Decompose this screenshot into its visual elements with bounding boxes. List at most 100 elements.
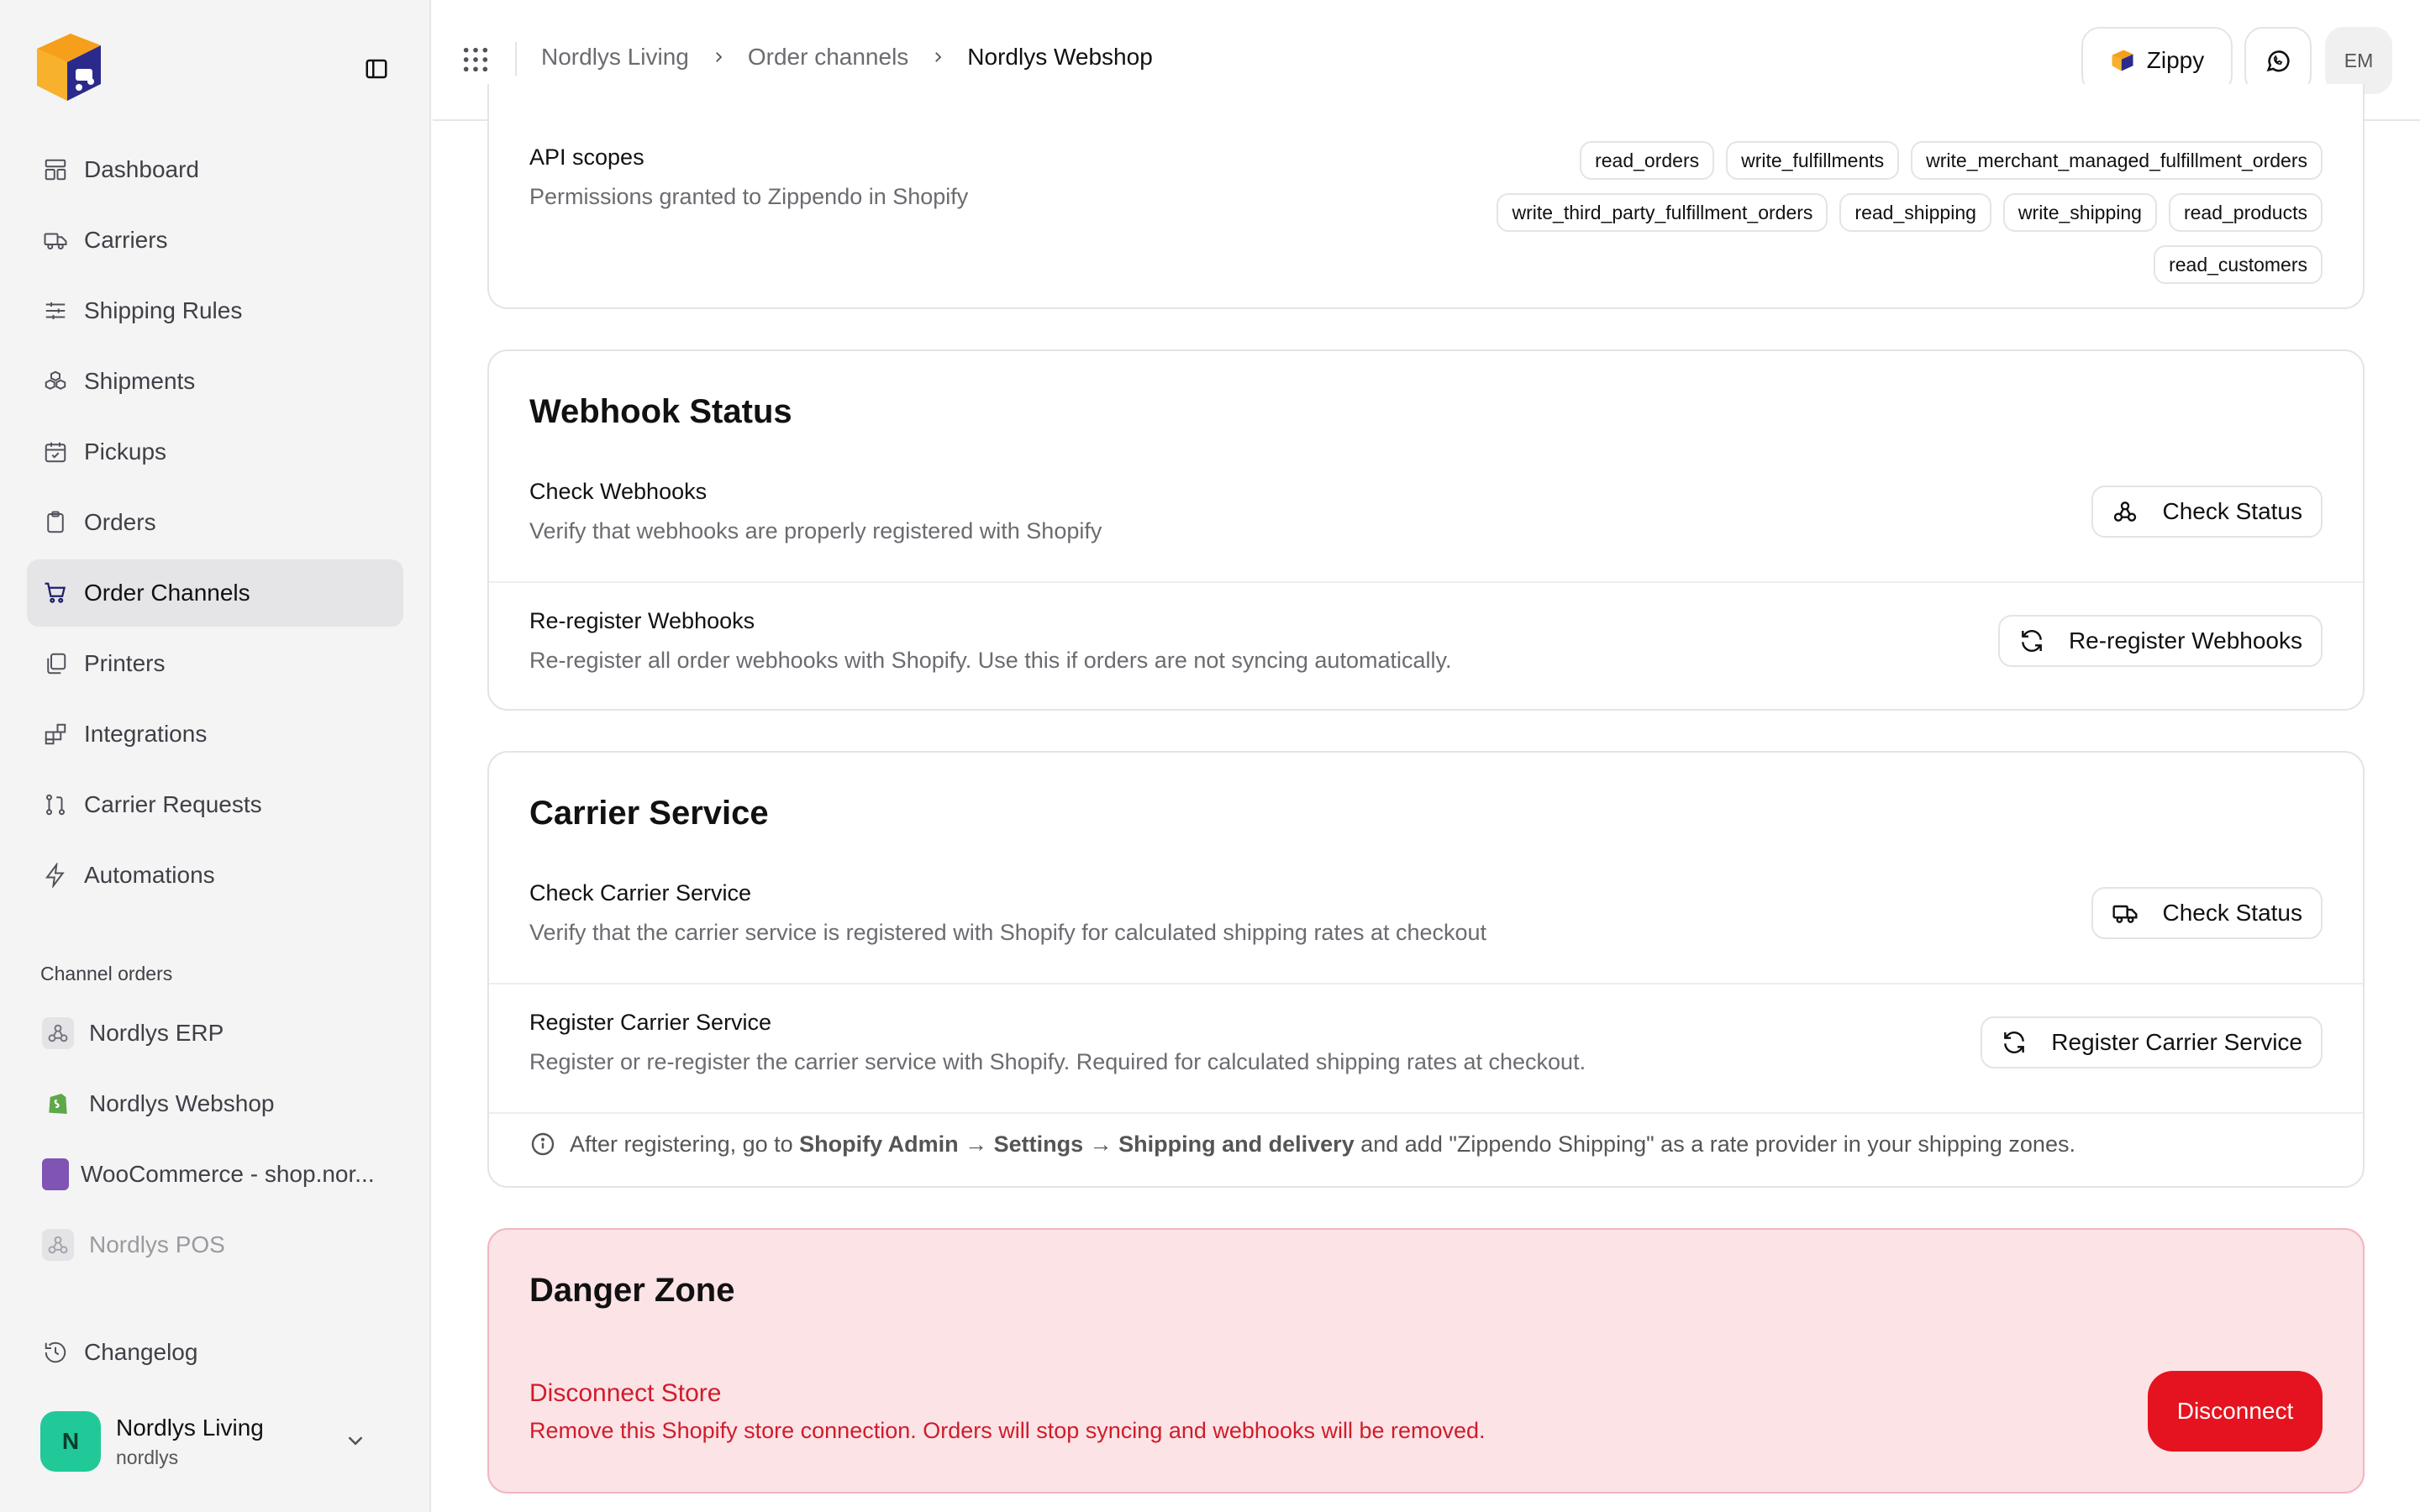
- check-webhooks-text: Check Webhooks Verify that webhooks are …: [529, 479, 1102, 544]
- blocks-icon: [42, 721, 69, 748]
- nav-label: Shipping Rules: [84, 297, 243, 323]
- row-divider: [489, 983, 2363, 984]
- nav-item-pickups[interactable]: Pickups: [27, 418, 403, 486]
- info-suffix: and add "Zippendo Shipping" as a rate pr…: [1360, 1131, 2075, 1157]
- info-path: Shopify Admin → Settings → Shipping and …: [799, 1131, 1355, 1157]
- carrier-info-note: After registering, go to Shopify Admin →…: [529, 1131, 2075, 1158]
- woocommerce-icon: [42, 1158, 69, 1190]
- apps-grid-icon[interactable]: [461, 45, 490, 74]
- nav-label: Carrier Requests: [84, 791, 262, 817]
- user-handle: nordlys: [116, 1446, 179, 1468]
- check-webhooks-row: Check Webhooks Verify that webhooks are …: [489, 479, 2363, 596]
- channel-label: Nordlys Webshop: [89, 1090, 275, 1116]
- nav-item-printers[interactable]: Printers: [27, 630, 403, 697]
- scope-badge: write_merchant_managed_fulfillment_order…: [1911, 141, 2323, 180]
- webhook-icon: [42, 1017, 74, 1049]
- header-divider: [515, 42, 517, 76]
- nav-label: Pickups: [84, 438, 167, 465]
- nav-label: Orders: [84, 509, 156, 535]
- webhook-status-title: Webhook Status: [529, 393, 792, 430]
- sidebar-panel-icon: [366, 59, 387, 79]
- register-carrier-text: Register Carrier Service Register or re-…: [529, 1010, 1586, 1075]
- reregister-webhooks-row: Re-register Webhooks Re-register all ord…: [489, 608, 2363, 701]
- api-scopes-description: Permissions granted to Zippendo in Shopi…: [529, 184, 969, 209]
- api-scopes-title: API scopes: [529, 144, 644, 170]
- check-carrier-text: Check Carrier Service Verify that the ca…: [529, 880, 1486, 946]
- channel-label: WooCommerce - shop.nor...: [81, 1161, 375, 1187]
- main-nav: Dashboard Carriers Shipping Rules Shipme…: [27, 136, 403, 912]
- nav-item-shipments[interactable]: Shipments: [27, 348, 403, 415]
- row-divider: [489, 1112, 2363, 1114]
- nav-item-changelog[interactable]: Changelog: [27, 1319, 403, 1386]
- channel-label: Nordlys POS: [89, 1231, 225, 1257]
- nav-item-automations[interactable]: Automations: [27, 842, 403, 909]
- calendar-check-icon: [42, 438, 69, 465]
- zippendo-logo[interactable]: [30, 27, 104, 104]
- collapse-sidebar-button[interactable]: [360, 52, 393, 86]
- zippy-label: Zippy: [2146, 47, 2205, 73]
- copy-icon: [42, 650, 69, 677]
- info-prefix: After registering, go to: [570, 1131, 793, 1157]
- truck-icon: [42, 227, 69, 254]
- channel-item-nordlys-erp[interactable]: Nordlys ERP: [27, 1000, 403, 1067]
- nav-item-carrier-requests[interactable]: Carrier Requests: [27, 771, 403, 838]
- refresh-icon: [2004, 1032, 2025, 1053]
- nav-label: Dashboard: [84, 156, 199, 182]
- check-webhooks-button[interactable]: Check Status: [2091, 486, 2323, 538]
- channel-list: Nordlys ERP Nordlys Webshop WooCommerce …: [27, 1000, 403, 1282]
- nav-label: Changelog: [84, 1339, 198, 1365]
- clipboard-icon: [42, 509, 69, 536]
- breadcrumb: Nordlys Living Order channels Nordlys We…: [541, 44, 1153, 71]
- register-carrier-button[interactable]: Register Carrier Service: [1981, 1016, 2323, 1068]
- reregister-webhooks-text: Re-register Webhooks Re-register all ord…: [529, 608, 1451, 674]
- breadcrumb-current: Nordlys Webshop: [967, 44, 1153, 70]
- breadcrumb-item[interactable]: Order channels: [748, 44, 908, 71]
- reregister-webhooks-button[interactable]: Re-register Webhooks: [1997, 615, 2323, 667]
- scope-badge: write_fulfillments: [1726, 141, 1900, 180]
- button-label: Register Carrier Service: [2051, 1029, 2302, 1055]
- nav-item-carriers[interactable]: Carriers: [27, 207, 403, 274]
- carrier-service-card: Carrier Service Check Carrier Service Ve…: [487, 751, 2365, 1188]
- sliders-icon: [42, 297, 69, 324]
- button-label: Check Status: [2162, 900, 2302, 926]
- nav-item-shipping-rules[interactable]: Shipping Rules: [27, 277, 403, 344]
- check-carrier-row: Check Carrier Service Verify that the ca…: [489, 880, 2363, 998]
- nav-item-orders[interactable]: Orders: [27, 489, 403, 556]
- register-carrier-description: Register or re-register the carrier serv…: [529, 1049, 1586, 1074]
- channel-item-nordlys-pos[interactable]: Nordlys POS: [27, 1211, 403, 1278]
- channel-label: Nordlys ERP: [89, 1020, 224, 1046]
- nav-label: Carriers: [84, 227, 168, 253]
- org-switcher[interactable]: N Nordlys Living nordlys: [40, 1408, 393, 1475]
- avatar: N: [40, 1411, 101, 1472]
- check-carrier-button[interactable]: Check Status: [2091, 887, 2323, 939]
- api-scopes-card: API scopes Permissions granted to Zippen…: [487, 84, 2365, 309]
- chevron-right-icon: [715, 52, 723, 62]
- button-label: Check Status: [2162, 498, 2302, 524]
- webhook-icon: [2114, 501, 2137, 522]
- shopify-icon: [42, 1088, 74, 1120]
- webhook-status-card: Webhook Status Check Webhooks Verify tha…: [487, 349, 2365, 711]
- git-pull-request-icon: [42, 791, 69, 818]
- nav-item-order-channels[interactable]: Order Channels: [27, 559, 403, 627]
- nav-item-integrations[interactable]: Integrations: [27, 701, 403, 768]
- channel-item-nordlys-webshop[interactable]: Nordlys Webshop: [27, 1070, 403, 1137]
- truck-icon: [2112, 905, 2139, 923]
- scope-badge: read_shipping: [1839, 193, 1991, 232]
- reregister-webhooks-title: Re-register Webhooks: [529, 608, 755, 633]
- zap-icon: [42, 862, 69, 889]
- cart-icon: [42, 580, 69, 606]
- api-scopes-text: API scopes Permissions granted to Zippen…: [529, 144, 968, 210]
- check-carrier-title: Check Carrier Service: [529, 880, 752, 906]
- history-icon: [42, 1339, 69, 1366]
- channel-item-woocommerce[interactable]: WooCommerce - shop.nor...: [27, 1141, 403, 1208]
- breadcrumb-item[interactable]: Nordlys Living: [541, 44, 689, 71]
- check-carrier-description: Verify that the carrier service is regis…: [529, 920, 1487, 945]
- disconnect-button[interactable]: Disconnect: [2148, 1371, 2323, 1452]
- user-name: Nordlys Living: [116, 1414, 264, 1441]
- check-webhooks-description: Verify that webhooks are properly regist…: [529, 518, 1102, 543]
- nav-item-dashboard[interactable]: Dashboard: [27, 136, 403, 203]
- scope-badge: write_shipping: [2002, 193, 2157, 232]
- disconnect-description: Remove this Shopify store connection. Or…: [529, 1418, 1486, 1443]
- row-divider: [489, 581, 2363, 583]
- chevron-right-icon: [935, 52, 942, 62]
